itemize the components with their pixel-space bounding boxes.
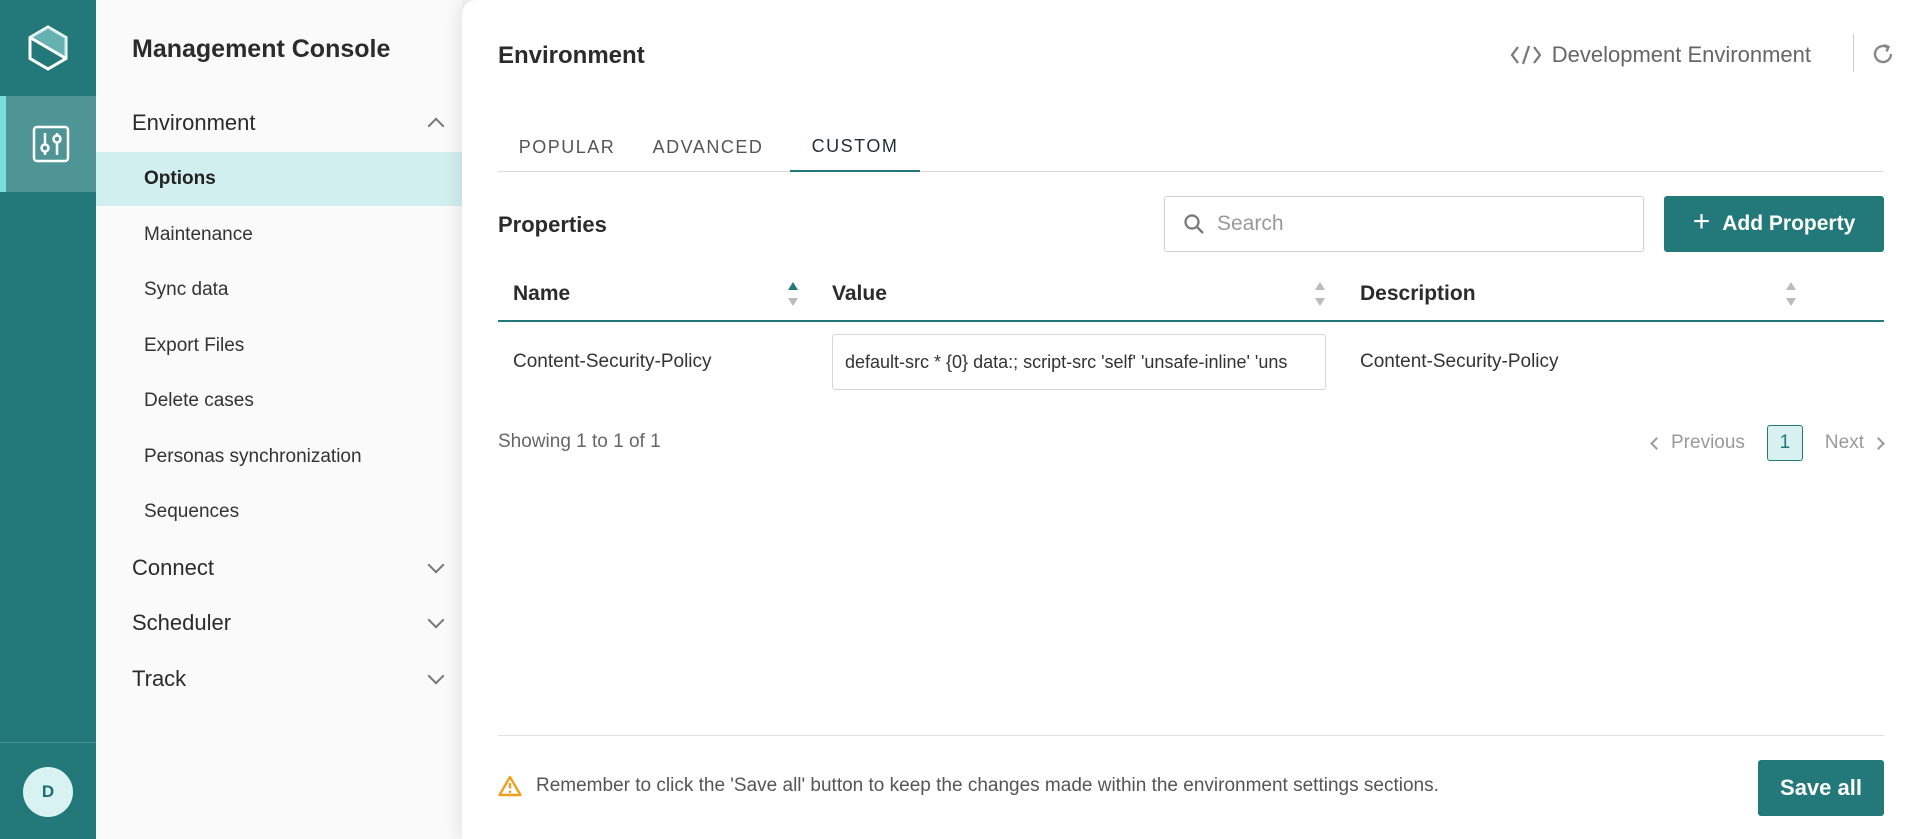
footer-divider <box>498 735 1884 736</box>
sidebar-item-label: Maintenance <box>144 224 253 245</box>
search-input[interactable] <box>1217 212 1617 236</box>
showing-count: Showing 1 to 1 of 1 <box>498 431 661 452</box>
avatar[interactable]: D <box>23 767 73 817</box>
search-box <box>1164 196 1644 252</box>
tab-bar: POPULAR ADVANCED CUSTOM <box>498 122 1884 172</box>
sidebar-item-label: Delete cases <box>144 390 254 411</box>
cell-name: Content-Security-Policy <box>513 351 712 372</box>
sidebar-item-personas-synchronization[interactable]: Personas synchronization <box>96 430 462 484</box>
table-header: Name Value Description <box>498 268 1884 322</box>
column-header-description[interactable]: Description <box>1360 268 1476 320</box>
sidebar-item-label: Sequences <box>144 501 240 522</box>
sidebar-item-label: Options <box>144 168 216 189</box>
sidebar-group-track[interactable]: Track <box>132 666 445 692</box>
hexagon-logo-icon[interactable] <box>0 0 96 96</box>
page-title: Environment <box>498 42 645 69</box>
sidebar-group-label: Scheduler <box>132 610 232 635</box>
sidebar-item-export-files[interactable]: Export Files <box>96 319 462 373</box>
warning-icon <box>498 775 522 797</box>
save-all-button[interactable]: Save all <box>1758 760 1884 816</box>
table-row: Content-Security-Policy Content-Security… <box>498 322 1884 402</box>
chevron-down-icon <box>427 667 445 685</box>
sort-icon[interactable] <box>1786 282 1796 306</box>
sidebar-item-sync-data[interactable]: Sync data <box>96 263 462 317</box>
sidebar-group-scheduler[interactable]: Scheduler <box>132 610 445 636</box>
sidebar-item-label: Personas synchronization <box>144 446 362 467</box>
value-field[interactable] <box>832 334 1326 390</box>
environment-indicator: Development Environment <box>1510 42 1811 68</box>
header-divider <box>1853 34 1854 72</box>
sort-icon[interactable] <box>1315 282 1325 306</box>
chevron-right-icon <box>1872 436 1885 450</box>
sidebar-item-label: Sync data <box>144 279 229 300</box>
next-page-button[interactable]: Next <box>1824 432 1885 454</box>
code-icon <box>1510 45 1542 65</box>
refresh-icon[interactable] <box>1869 40 1897 68</box>
properties-title: Properties <box>498 212 607 237</box>
sidebar-group-label: Environment <box>132 110 256 135</box>
sidebar-title: Management Console <box>132 35 391 63</box>
save-notice-text: Remember to click the 'Save all' button … <box>536 775 1439 796</box>
rail-divider <box>0 742 96 743</box>
sort-ascending-icon[interactable] <box>788 282 798 306</box>
tab-advanced[interactable]: ADVANCED <box>636 122 780 172</box>
sidebar: Management Console Environment Options M… <box>96 0 462 839</box>
save-notice: Remember to click the 'Save all' button … <box>498 775 1439 797</box>
tab-popular[interactable]: POPULAR <box>498 122 636 172</box>
sidebar-group-label: Connect <box>132 555 214 580</box>
main-panel: Environment Development Environment POPU… <box>462 0 1919 839</box>
sidebar-item-delete-cases[interactable]: Delete cases <box>96 374 462 428</box>
sliders-icon[interactable] <box>0 96 96 192</box>
chevron-up-icon <box>427 117 445 135</box>
chevron-down-icon <box>427 611 445 629</box>
add-property-button[interactable]: + Add Property <box>1664 196 1884 252</box>
sidebar-group-environment[interactable]: Environment <box>132 110 445 136</box>
previous-page-button[interactable]: Previous <box>1650 432 1745 454</box>
sidebar-item-sequences[interactable]: Sequences <box>96 485 462 539</box>
sidebar-group-label: Track <box>132 666 187 691</box>
chevron-left-icon <box>1650 436 1663 450</box>
column-header-name[interactable]: Name <box>513 268 570 320</box>
cell-description: Content-Security-Policy <box>1360 351 1559 372</box>
search-icon <box>1184 214 1204 234</box>
next-label: Next <box>1824 432 1864 453</box>
sidebar-item-options[interactable]: Options <box>96 152 462 206</box>
tab-custom[interactable]: CUSTOM <box>790 122 920 172</box>
previous-label: Previous <box>1671 432 1745 453</box>
sidebar-item-label: Export Files <box>144 335 245 356</box>
add-property-label: Add Property <box>1722 212 1856 235</box>
chevron-down-icon <box>427 556 445 574</box>
pagination: Previous 1 Next <box>1650 425 1885 461</box>
sidebar-group-connect[interactable]: Connect <box>132 555 445 581</box>
environment-label: Development Environment <box>1551 42 1811 67</box>
column-header-value[interactable]: Value <box>832 268 887 320</box>
page-number-current[interactable]: 1 <box>1766 425 1803 461</box>
icon-rail: D <box>0 0 96 839</box>
sidebar-item-maintenance[interactable]: Maintenance <box>96 208 462 262</box>
plus-icon: + <box>1692 205 1711 238</box>
